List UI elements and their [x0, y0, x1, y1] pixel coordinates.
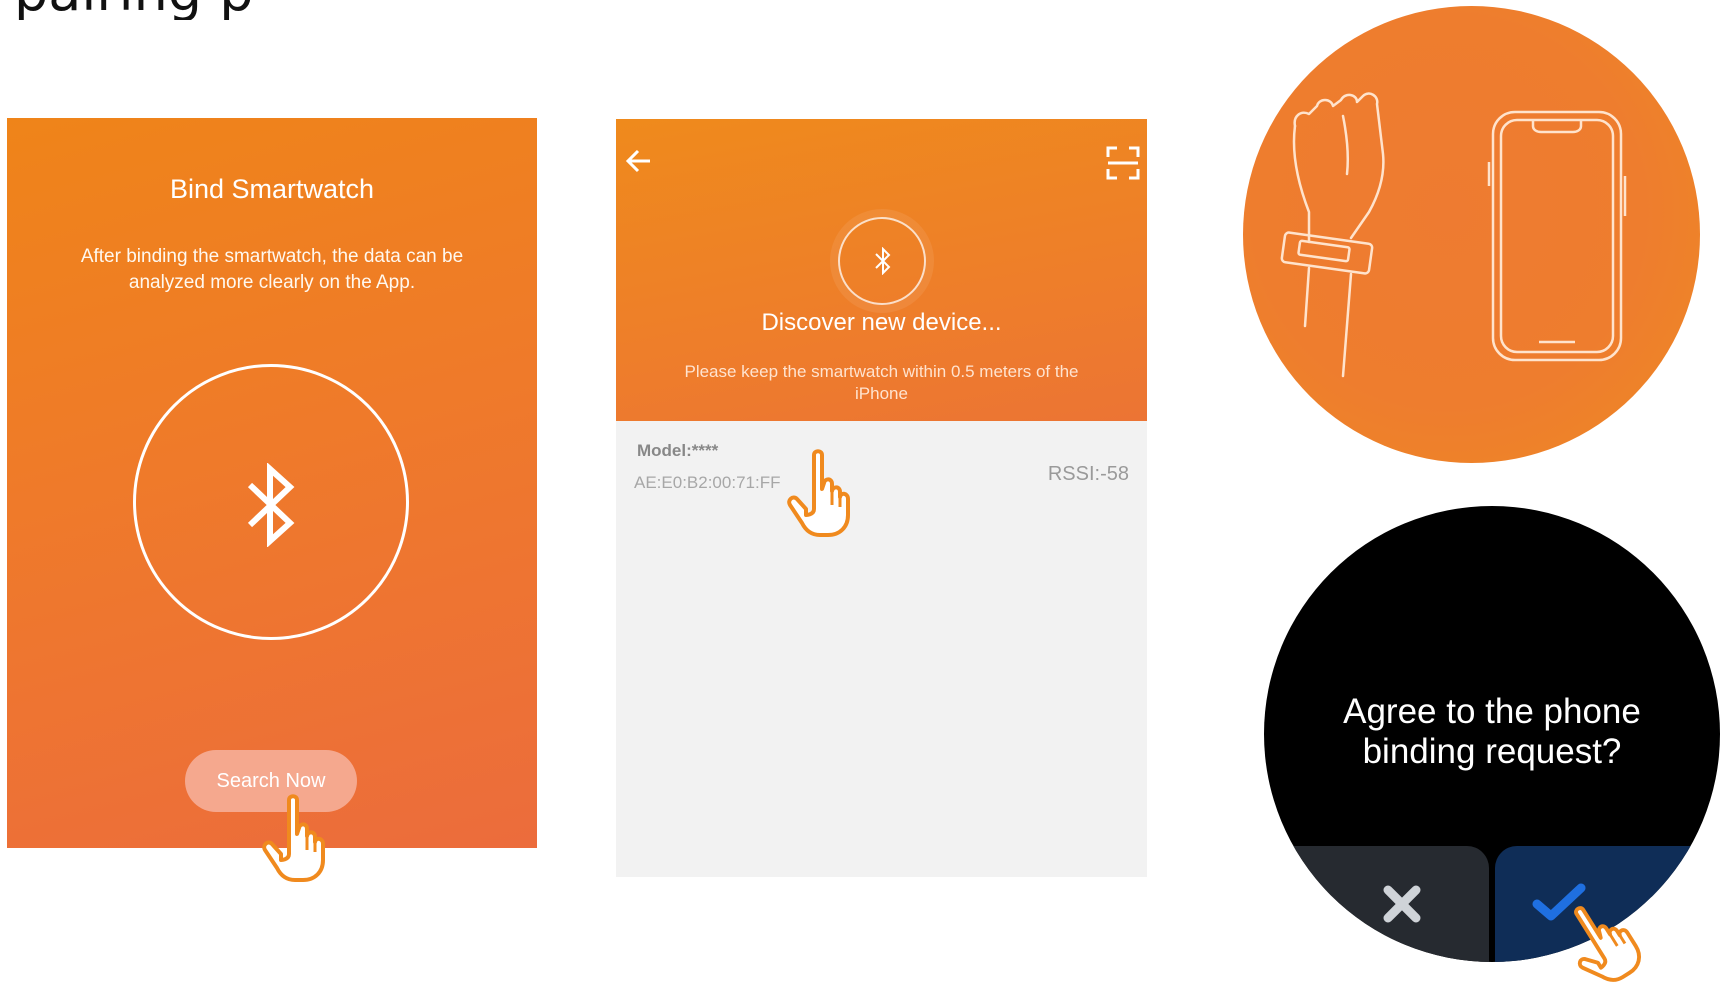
keep-distance-hint: Please keep the smartwatch within 0.5 me… — [684, 362, 1079, 403]
watch-binding-confirm: Agree to the phone binding request? — [1264, 506, 1720, 962]
close-icon — [1383, 885, 1421, 923]
bluetooth-search-circle — [838, 217, 926, 305]
device-mac: AE:E0:B2:00:71:FF — [634, 473, 781, 492]
bluetooth-icon — [247, 463, 295, 547]
top-heading-fragment: pairing p — [14, 0, 534, 20]
tap-hand-icon — [787, 449, 850, 537]
discover-header: Discover new device... Please keep the s… — [616, 119, 1147, 421]
bluetooth-circle — [133, 364, 409, 640]
device-rssi: RSSI:-58 — [1047, 463, 1129, 485]
screen-title: Bind Smartwatch — [169, 174, 375, 204]
tap-hand-icon — [1574, 906, 1642, 982]
phone-outline-icon — [1487, 110, 1627, 362]
discover-title: Discover new device... — [761, 309, 1002, 336]
back-arrow-icon[interactable] — [624, 147, 654, 175]
binding-question: Agree to the phone binding request? — [1343, 692, 1641, 771]
bind-smartwatch-screen: Bind Smartwatch After binding the smartw… — [7, 118, 537, 882]
wrist-band-illustration — [1280, 92, 1385, 378]
device-model: Model:**** — [637, 441, 719, 460]
scan-qr-icon[interactable] — [1105, 145, 1141, 181]
tap-hand-icon — [262, 794, 325, 882]
bluetooth-icon — [875, 247, 891, 275]
discover-device-screen: Discover new device... Please keep the s… — [616, 119, 1147, 877]
screen-description: After binding the smartwatch, the data c… — [80, 246, 464, 293]
reject-button[interactable] — [1264, 846, 1489, 962]
wrist-phone-illustration — [1243, 6, 1700, 463]
